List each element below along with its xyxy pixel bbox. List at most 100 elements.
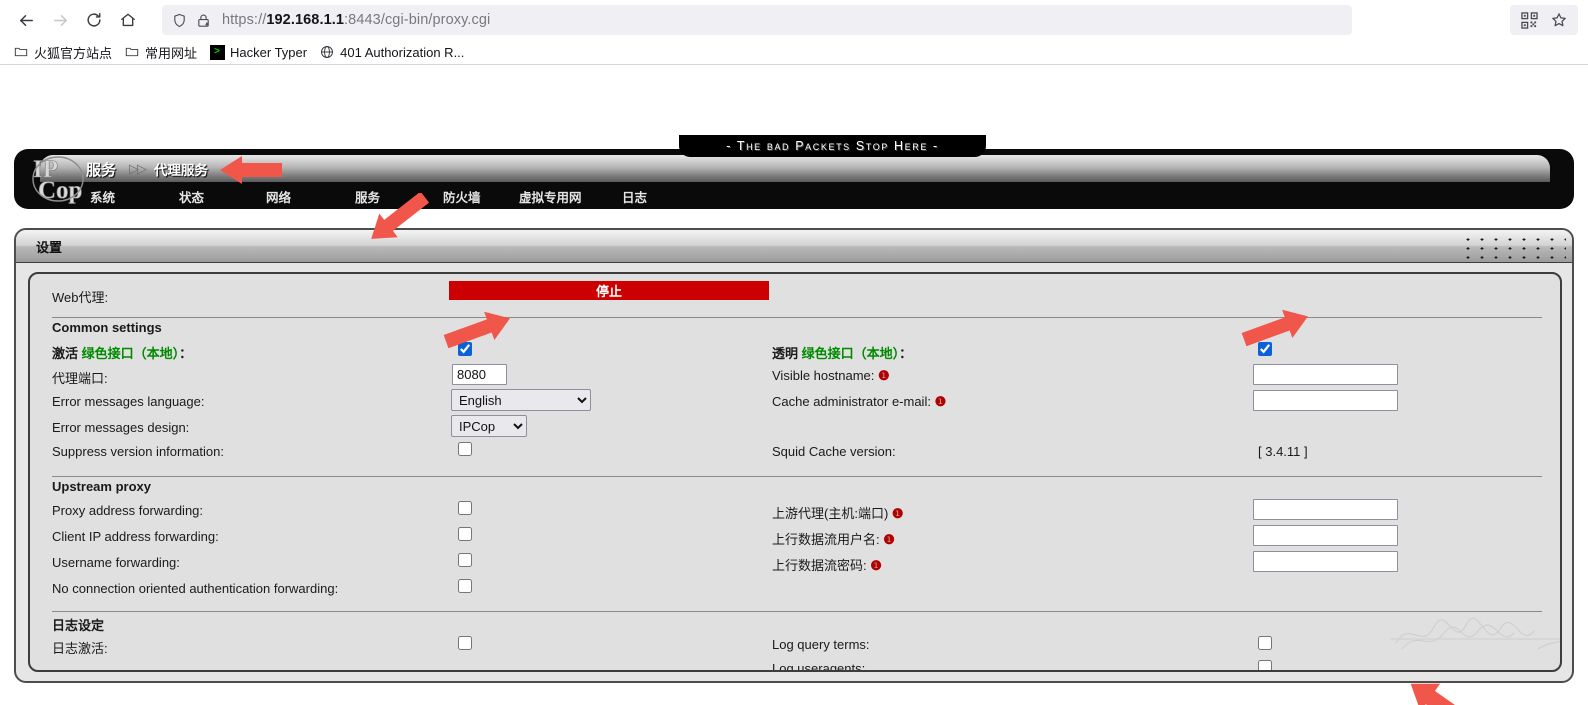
annotation-arrow-breadcrumb (220, 156, 282, 184)
enable-green-label: 激活 绿色接口（本地）： (52, 346, 193, 361)
folder-icon (124, 44, 140, 60)
bookmark-item-hacker-typer[interactable]: > Hacker Typer (204, 42, 314, 62)
browser-toolbar: https://192.168.1.1:8443/cgi-bin/proxy.c… (0, 0, 1588, 40)
decorative-scribble-watermark (1390, 617, 1560, 650)
svg-text:Cop: Cop (38, 177, 82, 204)
breadcrumb-separator-icon: ▷▷ (129, 161, 147, 176)
upstream-host-label: 上游代理(主机:端口) ❶ (772, 506, 904, 521)
home-icon[interactable] (112, 4, 144, 36)
visible-hostname-input[interactable] (1253, 364, 1398, 385)
required-marker-icon: ❶ (891, 506, 904, 521)
squid-version-label: Squid Cache version: (772, 444, 896, 459)
menu-item-vpn[interactable]: 虚拟专用网 (519, 187, 582, 206)
bookmark-item-401-authorization[interactable]: 401 Authorization R... (314, 42, 471, 62)
url-path: :8443/cgi-bin/proxy.cgi (344, 12, 491, 28)
suppress-version-label: Suppress version information: (52, 444, 224, 459)
ipcop-logo: IP Cop (32, 153, 90, 205)
upstream-username-label: 上行数据流用户名: ❶ (772, 532, 895, 547)
log-query-terms-checkbox[interactable] (1258, 636, 1272, 650)
suppress-version-checkbox[interactable] (458, 442, 472, 456)
upstream-host-input[interactable] (1253, 499, 1398, 520)
breadcrumb-current[interactable]: 代理服务 (154, 159, 208, 179)
toolbar-right-actions (1510, 5, 1578, 35)
globe-icon (319, 44, 335, 60)
webproxy-label: Web代理: (52, 290, 109, 305)
menu-item-system[interactable]: 系统 (90, 187, 115, 206)
reload-icon[interactable] (78, 4, 110, 36)
breadcrumb-root: 服务 (86, 161, 117, 179)
required-marker-icon: ❶ (870, 558, 882, 573)
error-language-select[interactable]: English (451, 389, 591, 411)
proxy-settings-form: Web代理: 停止 Common settings 激活 绿色接口（本地）： 透… (30, 274, 1560, 670)
menu-item-firewall[interactable]: 防火墙 (443, 187, 481, 206)
transparent-green-label: 透明 绿色接口（本地）： (772, 346, 913, 361)
settings-form-panel: Web代理: 停止 Common settings 激活 绿色接口（本地）： 透… (28, 272, 1562, 672)
url-text: https://192.168.1.1:8443/cgi-bin/proxy.c… (222, 12, 490, 28)
menu-item-logs[interactable]: 日志 (622, 187, 647, 206)
bookmark-item-firefox-official[interactable]: 火狐官方站点 (8, 41, 119, 64)
settings-panel: 设置 Web代理: 停止 Common settings 激活 绿色接口（本地）… (14, 228, 1574, 683)
required-marker-icon: ❶ (883, 532, 895, 547)
panel-title-bar: 设置 (16, 230, 1572, 263)
visible-hostname-label: Visible hostname: ❶ (772, 368, 890, 383)
upstream-proxy-heading: Upstream proxy (52, 479, 151, 494)
log-enabled-checkbox[interactable] (458, 636, 472, 650)
navigation-buttons (10, 4, 144, 36)
divider (52, 316, 1542, 318)
cache-admin-label: Cache administrator e-mail: ❶ (772, 394, 947, 409)
upstream-password-input[interactable] (1253, 551, 1398, 572)
qr-code-icon[interactable] (1514, 6, 1544, 34)
log-useragents-checkbox[interactable] (1258, 660, 1272, 670)
upstream-username-input[interactable] (1253, 525, 1398, 546)
forward-arrow-icon[interactable] (44, 4, 76, 36)
menu-item-network[interactable]: 网络 (266, 187, 291, 206)
url-host: 192.168.1.1 (266, 12, 345, 28)
annotation-arrow-enable-green (443, 311, 510, 349)
proxy-port-input[interactable] (452, 364, 507, 385)
shield-icon (172, 13, 187, 28)
status-badge: 停止 (449, 281, 769, 300)
url-scheme: https:// (222, 12, 267, 28)
bookmark-star-icon[interactable] (1544, 6, 1574, 34)
back-arrow-icon[interactable] (10, 4, 42, 36)
log-query-terms-label: Log query terms: (772, 637, 870, 652)
menu-item-status[interactable]: 状态 (179, 187, 204, 206)
error-language-label: Error messages language: (52, 394, 205, 409)
log-useragents-label: Log useragents: (772, 661, 866, 672)
bookmark-item-common-sites[interactable]: 常用网址 (119, 41, 204, 64)
error-design-select[interactable]: IPCop (451, 415, 527, 437)
annotation-arrow-services-menu (371, 193, 430, 239)
upstream-password-label: 上行数据流密码: ❶ (772, 558, 882, 573)
lock-warning-icon (196, 13, 211, 28)
squid-version-value: [ 3.4.11 ] (1258, 444, 1308, 459)
terminal-icon: > (209, 44, 225, 60)
bookmarks-bar: 火狐官方站点 常用网址 > Hacker Typer 401 Authoriza… (0, 40, 1588, 65)
form-footer: ❶ 这个字段可以为空 清除缓存 保存 (14, 685, 1574, 705)
bookmark-label: 火狐官方站点 (34, 45, 113, 61)
username-forwarding-checkbox[interactable] (458, 553, 472, 567)
tagline-text: - The bad Packets Stop Here - (726, 139, 939, 153)
proxy-address-forwarding-checkbox[interactable] (458, 501, 472, 515)
no-connection-auth-forwarding-checkbox[interactable] (458, 579, 472, 593)
common-settings-heading: Common settings (52, 320, 162, 335)
page-title: 设置 (36, 239, 63, 255)
proxy-port-label: 代理端口: (52, 371, 108, 386)
no-connection-auth-forwarding-label: No connection oriented authentication fo… (52, 581, 339, 596)
required-marker-icon: ❶ (878, 368, 890, 383)
decorative-dot-pattern (1461, 233, 1566, 260)
annotation-arrow-transparent-green (1241, 309, 1308, 347)
divider (52, 610, 1542, 612)
client-ip-forwarding-checkbox[interactable] (458, 527, 472, 541)
bookmark-label: Hacker Typer (230, 44, 308, 60)
log-enabled-label: 日志激活: (52, 641, 108, 656)
bookmark-label: 401 Authorization R... (340, 44, 465, 60)
client-ip-forwarding-label: Client IP address forwarding: (52, 529, 219, 544)
ipcop-page: - The bad Packets Stop Here - IP Cop 服务 … (0, 65, 1588, 705)
address-bar[interactable]: https://192.168.1.1:8443/cgi-bin/proxy.c… (162, 5, 1352, 35)
proxy-address-forwarding-label: Proxy address forwarding: (52, 503, 204, 518)
ipcop-tagline: - The bad Packets Stop Here - (679, 135, 986, 157)
annotation-arrow-save (1410, 683, 1476, 705)
username-forwarding-label: Username forwarding: (52, 555, 180, 570)
cache-admin-input[interactable] (1253, 390, 1398, 411)
bookmark-label: 常用网址 (145, 45, 198, 61)
